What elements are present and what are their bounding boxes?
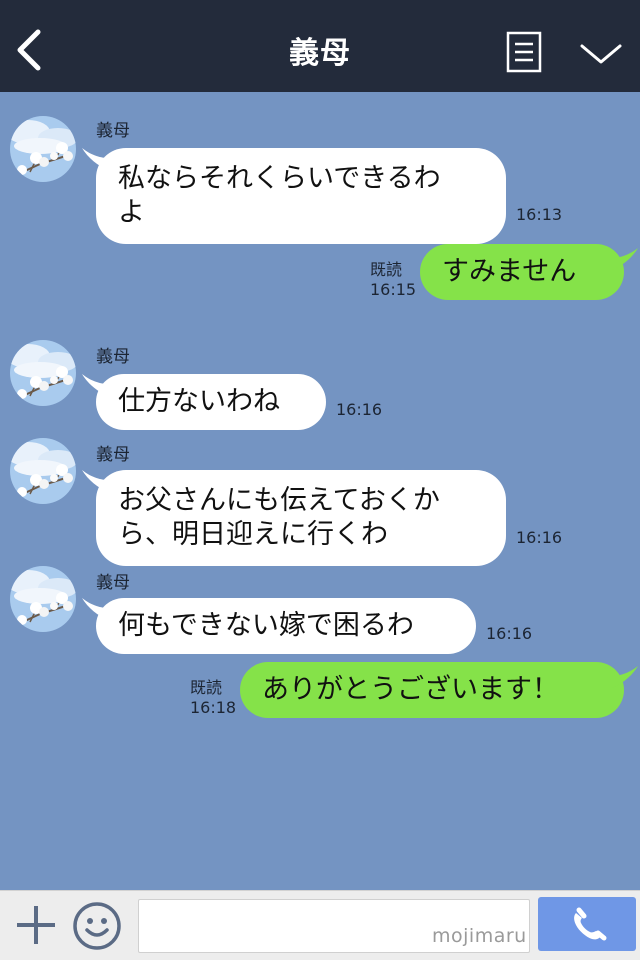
message-bubble[interactable]: お父さんにも伝えておくか ら、明日迎えに行くわ bbox=[96, 470, 506, 566]
message-line: 私ならそれくらいできるわ bbox=[118, 163, 441, 194]
message-line: ら、明日迎えに行くわ bbox=[118, 519, 388, 550]
message-text: 仕方ないわね bbox=[118, 386, 280, 417]
chat-header: 義母 bbox=[0, 0, 640, 92]
message-text: ありがとうございます！ bbox=[262, 674, 559, 705]
message-bubble[interactable]: すみません bbox=[420, 244, 624, 300]
message-bubble[interactable]: 私ならそれくらいできるわ よ bbox=[96, 148, 506, 244]
menu-button[interactable] bbox=[506, 31, 542, 73]
menu-list-icon bbox=[506, 31, 542, 73]
message-bubble[interactable]: 何もできない嫁で困るわ bbox=[96, 598, 476, 654]
sender-name: 義母 bbox=[96, 347, 130, 367]
bubble-tail bbox=[612, 248, 638, 270]
message-line: よ bbox=[118, 197, 145, 228]
chevron-down-icon bbox=[580, 44, 622, 64]
call-button[interactable] bbox=[538, 897, 636, 951]
message-bubble[interactable]: 仕方ないわね bbox=[96, 374, 326, 430]
message-time: 16:16 bbox=[336, 400, 383, 419]
message-line: お父さんにも伝えておくか bbox=[118, 485, 440, 516]
read-receipt: 既読 16:15 bbox=[370, 260, 416, 300]
phone-icon bbox=[574, 907, 607, 941]
avatar[interactable] bbox=[10, 566, 76, 632]
message-text: すみません bbox=[442, 256, 577, 287]
chat-area[interactable]: 義母 私ならそれくらいできるわ よ 16:13 既読 16:15 すみません 義… bbox=[0, 92, 640, 890]
avatar[interactable] bbox=[10, 340, 76, 406]
sender-name: 義母 bbox=[96, 445, 130, 465]
message-time: 16:16 bbox=[516, 528, 563, 547]
emoji-button[interactable] bbox=[72, 901, 122, 951]
read-label: 既読 bbox=[370, 260, 403, 279]
message-time: 16:13 bbox=[516, 205, 563, 224]
watermark-text: mojimaru bbox=[432, 925, 527, 947]
input-bar: mojimaru bbox=[0, 890, 640, 960]
read-label: 既読 bbox=[190, 678, 223, 697]
message-time: 16:18 bbox=[190, 698, 237, 717]
sender-name: 義母 bbox=[96, 121, 130, 141]
sender-name: 義母 bbox=[96, 573, 130, 593]
plus-icon bbox=[17, 906, 55, 944]
collapse-button[interactable] bbox=[578, 36, 624, 70]
avatar[interactable] bbox=[10, 116, 76, 182]
message-time: 16:16 bbox=[486, 624, 533, 643]
chat-title: 義母 bbox=[289, 36, 351, 71]
add-button[interactable] bbox=[14, 903, 58, 947]
message-text: 何もできない嫁で困るわ bbox=[118, 610, 414, 641]
message-time: 16:15 bbox=[370, 280, 417, 299]
smiley-icon bbox=[73, 902, 121, 950]
read-receipt: 既読 16:18 bbox=[190, 678, 236, 718]
bubble-tail bbox=[612, 666, 638, 688]
message-bubble[interactable]: ありがとうございます！ bbox=[240, 662, 624, 718]
avatar[interactable] bbox=[10, 438, 76, 504]
